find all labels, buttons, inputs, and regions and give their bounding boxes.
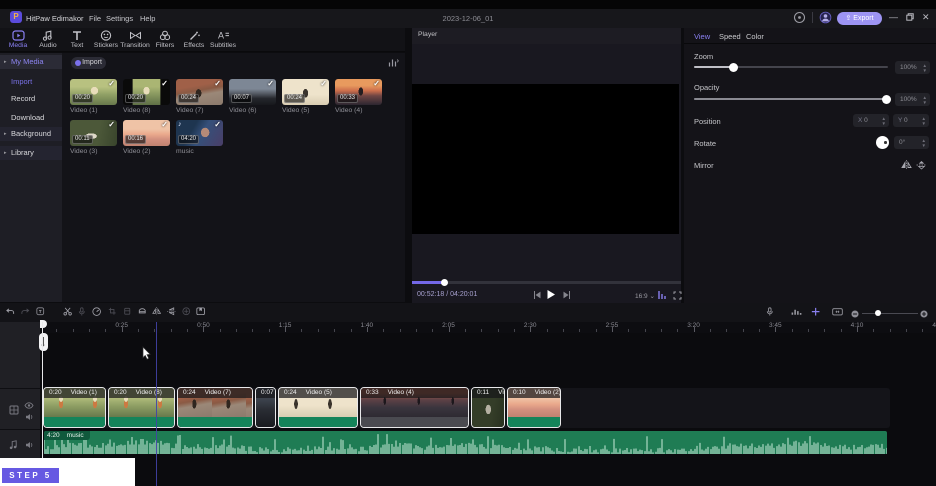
svg-text:A: A xyxy=(218,31,224,41)
